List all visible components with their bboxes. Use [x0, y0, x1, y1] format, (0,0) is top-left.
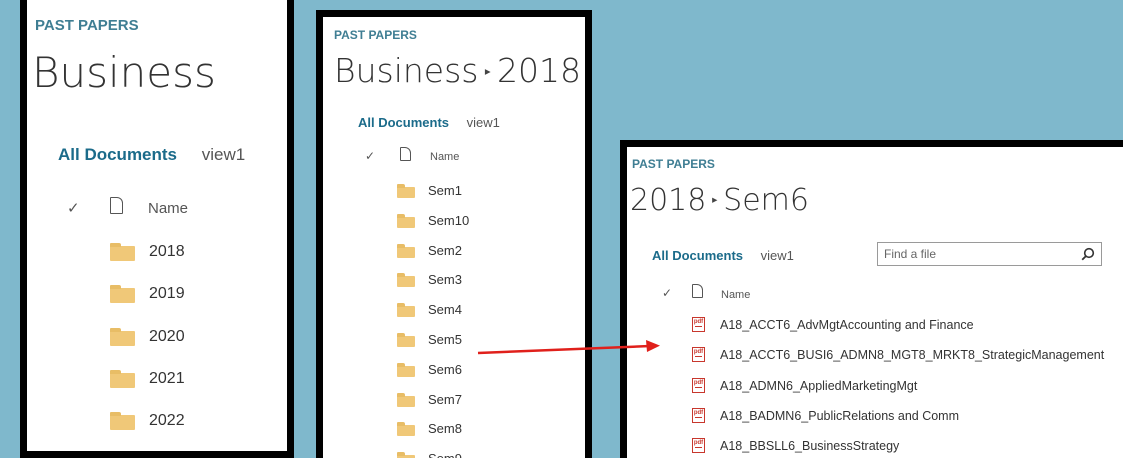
folder-row-2022[interactable]: 2022: [27, 409, 287, 451]
folder-icon: [397, 184, 415, 198]
folder-row-2020[interactable]: 2020: [27, 325, 287, 367]
folder-icon: [110, 369, 135, 388]
folder-row-sem10[interactable]: Sem10: [323, 211, 583, 241]
search-input[interactable]: [884, 246, 1064, 262]
pdf-file-icon: pdf: [692, 347, 705, 363]
folder-name[interactable]: Sem10: [428, 211, 469, 231]
search-box[interactable]: [877, 242, 1102, 266]
site-title[interactable]: PAST PAPERS: [334, 28, 417, 42]
folder-icon: [110, 243, 135, 261]
folder-name[interactable]: 2018: [149, 240, 185, 264]
folder-icon: [110, 327, 135, 346]
column-header-name[interactable]: Name: [430, 151, 459, 163]
folder-name[interactable]: 2019: [149, 282, 185, 306]
folder-row-sem3[interactable]: Sem3: [323, 270, 583, 300]
view1-view[interactable]: view1: [467, 115, 500, 130]
file-row[interactable]: pdf A18_BADMN6_PublicRelations and Comm: [627, 406, 1122, 428]
folder-icon: [397, 303, 415, 318]
view-switcher: All Documents view1: [358, 115, 500, 130]
folder-row-sem2[interactable]: Sem2: [323, 241, 583, 271]
folder-name[interactable]: Sem2: [428, 241, 462, 261]
view1-view[interactable]: view1: [202, 145, 245, 164]
arrow-icon: [477, 340, 660, 355]
document-icon: [110, 197, 123, 214]
file-name[interactable]: A18_BADMN6_PublicRelations and Comm: [720, 406, 959, 426]
page-title: Business: [32, 48, 216, 97]
site-title[interactable]: PAST PAPERS: [35, 17, 139, 34]
folder-row-sem8[interactable]: Sem8: [323, 419, 583, 449]
view-switcher: All Documents view1: [652, 248, 794, 263]
file-row[interactable]: pdf A18_ACCT6_AdvMgtAccounting and Financ…: [627, 315, 1122, 337]
folder-name[interactable]: Sem9: [428, 449, 462, 458]
folder-icon: [397, 243, 415, 258]
file-name[interactable]: A18_ADMN6_AppliedMarketingMgt: [720, 376, 917, 396]
panel-business: PAST PAPERS Business All Documents view1…: [20, 0, 294, 458]
breadcrumb-separator-icon: ▸: [484, 64, 491, 79]
folder-name[interactable]: Sem7: [428, 390, 462, 410]
folder-row-2019[interactable]: 2019: [27, 282, 287, 324]
folder-name[interactable]: 2020: [149, 325, 185, 349]
arrow-line: [477, 344, 651, 355]
folder-icon: [397, 333, 415, 347]
arrow-head: [646, 340, 660, 352]
file-row[interactable]: pdf A18_ACCT6_BUSI6_ADMN8_MGT8_MRKT8_Stra…: [627, 345, 1122, 367]
folder-name[interactable]: Sem6: [428, 360, 462, 380]
pdf-file-icon: pdf: [692, 317, 705, 332]
folder-name[interactable]: Sem8: [428, 419, 462, 439]
all-documents-view[interactable]: All Documents: [652, 248, 743, 263]
folder-row-sem9[interactable]: Sem9: [323, 449, 583, 458]
document-icon: [692, 284, 703, 298]
view-switcher: All Documents view1: [58, 145, 245, 165]
folder-icon: [397, 422, 415, 437]
site-title[interactable]: PAST PAPERS: [632, 157, 715, 171]
breadcrumb: Business ▸ 2018: [334, 51, 581, 90]
folder-name[interactable]: 2022: [149, 409, 185, 433]
file-row[interactable]: pdf A18_ADMN6_AppliedMarketingMgt: [627, 376, 1122, 398]
checkmark-icon[interactable]: ✓: [67, 199, 80, 217]
breadcrumb-item-2018[interactable]: 2018: [630, 183, 706, 218]
folder-row-sem1[interactable]: Sem1: [323, 181, 583, 211]
pdf-file-icon: pdf: [692, 407, 705, 423]
folder-icon: [397, 273, 415, 288]
folder-icon: [110, 412, 135, 431]
file-name[interactable]: A18_ACCT6_AdvMgtAccounting and Finance: [720, 315, 974, 335]
pdf-file-icon: pdf: [692, 438, 705, 454]
breadcrumb-item-business[interactable]: Business: [334, 51, 479, 90]
panel-business-2018: PAST PAPERS Business ▸ 2018 All Documents …: [316, 10, 592, 458]
checkmark-icon[interactable]: ✓: [365, 149, 375, 163]
document-icon: [400, 147, 411, 161]
checkmark-icon[interactable]: ✓: [662, 286, 672, 300]
breadcrumb-separator-icon: ▸: [712, 194, 718, 207]
folder-name[interactable]: 2021: [149, 367, 185, 391]
folder-name[interactable]: Sem1: [428, 181, 462, 201]
view1-view[interactable]: view1: [761, 248, 794, 263]
column-header-name[interactable]: Name: [721, 289, 750, 301]
search-icon[interactable]: [1081, 247, 1095, 261]
folder-icon: [110, 285, 135, 304]
panel-2018-sem6: PAST PAPERS 2018 ▸ Sem6 All Documents view…: [620, 140, 1123, 458]
folder-row-sem7[interactable]: Sem7: [323, 390, 583, 420]
all-documents-view[interactable]: All Documents: [358, 115, 449, 130]
breadcrumb-item-sem6: Sem6: [723, 183, 809, 218]
file-name[interactable]: A18_BBSLL6_BusinessStrategy: [720, 436, 899, 456]
folder-row-sem6[interactable]: Sem6: [323, 360, 583, 390]
all-documents-view[interactable]: All Documents: [58, 145, 177, 164]
breadcrumb: 2018 ▸ Sem6: [630, 183, 809, 218]
folder-icon: [397, 392, 415, 407]
folder-row-sem4[interactable]: Sem4: [323, 300, 583, 330]
pdf-file-icon: pdf: [692, 377, 705, 393]
folder-name[interactable]: Sem4: [428, 300, 462, 320]
folder-row-2021[interactable]: 2021: [27, 367, 287, 409]
folder-name[interactable]: Sem5: [428, 330, 462, 350]
column-header-name[interactable]: Name: [148, 200, 188, 217]
file-name[interactable]: A18_ACCT6_BUSI6_ADMN8_MGT8_MRKT8_Strateg…: [720, 345, 1104, 365]
breadcrumb-item-2018: 2018: [496, 51, 581, 90]
folder-icon: [397, 362, 415, 377]
folder-icon: [397, 213, 415, 228]
folder-row-2018[interactable]: 2018: [27, 240, 287, 282]
file-row[interactable]: pdf A18_BBSLL6_BusinessStrategy: [627, 436, 1122, 458]
folder-name[interactable]: Sem3: [428, 270, 462, 290]
